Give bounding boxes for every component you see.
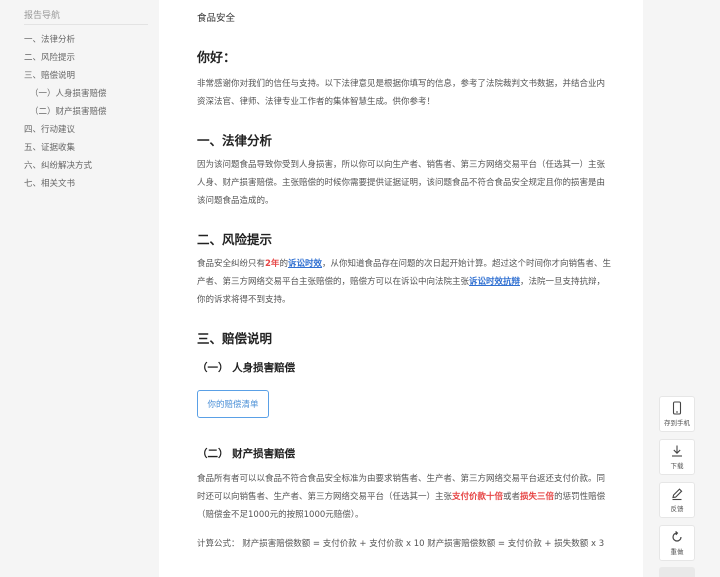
scroll-to-top-button[interactable] xyxy=(659,567,695,577)
feedback-label: 反馈 xyxy=(670,505,684,513)
section-legal-analysis-title: 一、法律分析 xyxy=(197,133,273,148)
feedback-button[interactable]: 反馈 xyxy=(659,482,695,518)
limitation-defense-link[interactable]: 诉讼时效抗辩 xyxy=(469,277,520,287)
toc-item-dispute-resolution[interactable]: 六、纠纷解决方式 xyxy=(24,159,107,177)
toc-item-personal-injury[interactable]: （一）人身损害赔偿 xyxy=(24,87,107,105)
intro-paragraph: 非常感谢你对我们的信任与支持。以下法律意见是根据你填写的信息，参考了法院裁判文书… xyxy=(197,79,606,107)
report-topic: 食品安全 xyxy=(197,13,236,24)
pencil-icon xyxy=(672,488,683,501)
save-to-phone-button[interactable]: 存到手机 xyxy=(659,396,695,432)
toc-item-compensation[interactable]: 三、赔偿说明 xyxy=(24,69,107,87)
section-compensation-title: 三、赔偿说明 xyxy=(197,331,273,346)
download-icon xyxy=(672,445,682,457)
property-damage-paragraph: 食品所有者可以以食品不符合食品安全标准为由要求销售者、生产者、第三方网络交易平台… xyxy=(197,470,611,524)
report-navigation-sidebar: 报告导航 一、法律分析 二、风险提示 三、赔偿说明 （一）人身损害赔偿 （二）财… xyxy=(0,0,160,577)
limitation-years: 2年 xyxy=(265,259,280,269)
sidebar-title: 报告导航 xyxy=(24,11,61,21)
limitation-period-link[interactable]: 诉讼时效 xyxy=(288,259,322,269)
redo-button[interactable]: 重做 xyxy=(659,525,695,561)
toc-item-documents[interactable]: 七、相关文书 xyxy=(24,177,107,195)
toc-item-evidence[interactable]: 五、证据收集 xyxy=(24,141,107,159)
toc-item-property-damage[interactable]: （二）财产损害赔偿 xyxy=(24,105,107,123)
toc-item-legal-analysis[interactable]: 一、法律分析 xyxy=(24,33,107,51)
formula-text: 计算公式： 财产损害赔偿数额 = 支付价款 + 支付价款 x 10 财产损害赔偿… xyxy=(197,539,605,549)
toc-item-action-advice[interactable]: 四、行动建议 xyxy=(24,123,107,141)
download-label: 下载 xyxy=(670,462,684,470)
download-button[interactable]: 下载 xyxy=(659,439,695,475)
legal-analysis-paragraph: 因为该问题食品导致你受到人身损害，所以你可以向生产者、销售者、第三方网络交易平台… xyxy=(197,160,606,206)
property-text-2: 或者 xyxy=(503,492,521,502)
toc-item-risk-warning[interactable]: 二、风险提示 xyxy=(24,51,107,69)
section-risk-warning-title: 二、风险提示 xyxy=(197,232,273,247)
property-damage-subtitle: （二） 财产损害赔偿 xyxy=(197,448,296,460)
compensation-list-button[interactable]: 你的赔偿清单 xyxy=(197,390,269,418)
ten-times-price: 支付价款十倍 xyxy=(452,492,504,502)
risk-text-2: 的 xyxy=(279,259,288,269)
redo-label: 重做 xyxy=(670,548,684,556)
phone-icon xyxy=(672,401,682,415)
toc-list: 一、法律分析 二、风险提示 三、赔偿说明 （一）人身损害赔偿 （二）财产损害赔偿… xyxy=(24,33,107,195)
save-to-phone-label: 存到手机 xyxy=(664,419,690,427)
refresh-icon xyxy=(672,530,682,542)
risk-text-1: 食品安全纠纷只有 xyxy=(197,259,266,269)
personal-injury-subtitle: （一） 人身损害赔偿 xyxy=(197,362,296,374)
floating-action-rail: 存到手机 下载 反馈 重做 xyxy=(659,396,695,568)
risk-warning-paragraph: 食品安全纠纷只有2年的诉讼时效，从你知道食品存在问题的次日起开始计算。超过这个时… xyxy=(197,255,611,309)
three-times-loss: 损失三倍 xyxy=(520,492,555,502)
report-content-panel: 食品安全 你好： 非常感谢你对我们的信任与支持。以下法律意见是根据你填写的信息，… xyxy=(159,0,643,577)
greeting-heading: 你好： xyxy=(197,51,237,66)
sidebar-divider xyxy=(24,24,148,25)
